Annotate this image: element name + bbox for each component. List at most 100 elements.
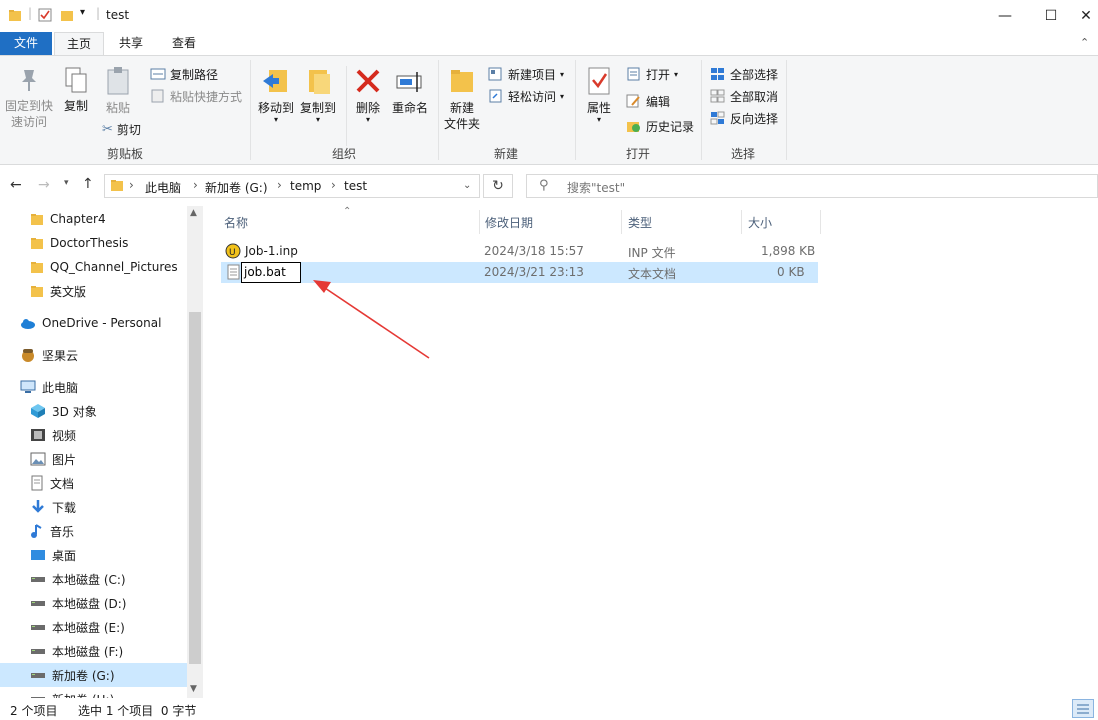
tab-file[interactable]: 文件 <box>0 32 52 55</box>
sidebar-item[interactable]: OneDrive - Personal <box>20 311 161 335</box>
scroll-up-chevron-icon[interactable]: ▲ <box>190 208 197 218</box>
column-header-modified[interactable]: 修改日期 <box>485 214 533 231</box>
sidebar-item[interactable]: 英文版 <box>30 279 86 303</box>
open-button[interactable]: 打开 ▾ <box>626 64 678 84</box>
breadcrumb-temp[interactable]: temp <box>290 179 321 193</box>
sidebar-item[interactable]: 坚果云 <box>20 343 78 367</box>
column-divider[interactable] <box>820 210 821 234</box>
cut-button[interactable]: ✂ 剪切 <box>102 119 141 139</box>
divider: | <box>28 6 33 20</box>
properties-quick-icon[interactable] <box>38 8 52 25</box>
breadcrumb-chevron-icon[interactable]: › <box>277 178 282 192</box>
tab-home[interactable]: 主页 <box>54 32 104 55</box>
sidebar-item[interactable]: DoctorThesis <box>30 231 128 255</box>
copy-path-button[interactable]: 复制路径 <box>150 64 218 84</box>
forward-arrow-icon[interactable]: → <box>38 177 50 193</box>
invert-selection-button[interactable]: 反向选择 <box>710 108 778 128</box>
move-to-button[interactable]: 移动到 ▾ <box>256 66 296 124</box>
sidebar-item[interactable]: 新加卷 (H:) <box>30 687 114 698</box>
column-divider[interactable] <box>621 210 622 234</box>
edit-button[interactable]: 编辑 <box>626 91 670 111</box>
rename-label: 重命名 <box>391 101 428 115</box>
maximize-button[interactable]: ☐ <box>1028 0 1074 32</box>
file-list: ⌃ 名称 修改日期 类型 大小 U Job-1.inp 2024/3/18 15… <box>203 206 1098 698</box>
invert-selection-icon <box>710 111 725 125</box>
sidebar-item[interactable]: 本地磁盘 (F:) <box>30 639 123 663</box>
delete-button[interactable]: 删除 ▾ <box>352 66 384 124</box>
chevron-down-icon: ▾ <box>560 69 565 79</box>
rename-button[interactable]: 重命名 <box>388 66 432 116</box>
sidebar-item[interactable]: 本地磁盘 (E:) <box>30 615 125 639</box>
history-button[interactable]: 历史记录 <box>626 116 694 136</box>
move-to-icon <box>263 70 287 92</box>
close-button[interactable]: ✕ <box>1074 0 1098 32</box>
sidebar-item[interactable]: 本地磁盘 (D:) <box>30 591 126 615</box>
sidebar-item[interactable]: QQ_Channel_Pictures <box>30 255 178 279</box>
computer-icon <box>20 380 36 394</box>
paste-button[interactable]: 粘贴 <box>100 66 136 116</box>
sidebar-item[interactable]: 音乐 <box>30 519 74 543</box>
up-arrow-icon[interactable]: ↑ <box>82 176 94 192</box>
search-box[interactable]: ⚲ 搜索"test" <box>526 174 1098 198</box>
breadcrumb-drive-g[interactable]: 新加卷 (G:) <box>205 179 268 196</box>
sidebar-item[interactable]: 桌面 <box>30 543 76 567</box>
pin-to-quick-access-button[interactable]: 固定到快 速访问 <box>4 66 54 130</box>
minimize-button[interactable]: — <box>982 0 1028 32</box>
copy-path-icon <box>150 68 166 80</box>
sidebar-item[interactable]: 图片 <box>30 447 76 471</box>
sidebar-scrollbar[interactable]: ▲ ▼ <box>187 206 203 698</box>
sort-ascending-chevron-icon: ⌃ <box>343 206 352 217</box>
svg-text:U: U <box>229 248 236 258</box>
new-item-button[interactable]: 新建项目 ▾ <box>488 64 564 84</box>
chevron-down-icon: ▾ <box>560 91 565 101</box>
breadcrumb-chevron-icon[interactable]: › <box>129 178 134 192</box>
breadcrumb-chevron-icon[interactable]: › <box>331 178 336 192</box>
customize-toolbar-chevron-icon[interactable]: ▾ <box>80 7 85 18</box>
tab-share[interactable]: 共享 <box>108 32 154 55</box>
sidebar-item[interactable]: 此电脑 <box>20 375 78 399</box>
edit-pencil-icon <box>626 94 640 108</box>
breadcrumb-chevron-icon[interactable]: › <box>193 178 198 192</box>
refresh-button[interactable]: ↻ <box>483 174 513 198</box>
sidebar-item[interactable]: 3D 对象 <box>30 399 97 423</box>
copy-to-button[interactable]: 复制到 ▾ <box>298 66 338 124</box>
column-divider[interactable] <box>741 210 742 234</box>
new-folder-quick-icon[interactable] <box>60 8 74 25</box>
properties-button[interactable]: 属性 ▾ <box>582 66 616 124</box>
sidebar-item[interactable]: 文档 <box>30 471 74 495</box>
column-header-type[interactable]: 类型 <box>628 214 652 231</box>
column-divider[interactable] <box>479 210 480 234</box>
select-none-button[interactable]: 全部取消 <box>710 86 778 106</box>
recent-locations-chevron-icon[interactable]: ▾ <box>64 178 69 188</box>
sidebar-item[interactable]: 新加卷 (G:) <box>0 663 187 687</box>
sidebar-item-label: 图片 <box>52 452 77 467</box>
drive-icon <box>30 670 46 680</box>
sidebar-item[interactable]: 视频 <box>30 423 76 447</box>
tab-view[interactable]: 查看 <box>160 32 208 55</box>
copy-button[interactable]: 复制 <box>60 66 92 114</box>
breadcrumb-test[interactable]: test <box>344 179 367 193</box>
details-view-button[interactable] <box>1072 699 1094 718</box>
breadcrumb-this-pc[interactable]: 此电脑 <box>145 179 181 196</box>
rename-input[interactable]: job.bat <box>241 262 301 283</box>
select-all-button[interactable]: 全部选择 <box>710 64 778 84</box>
easy-access-button[interactable]: 轻松访问 ▾ <box>488 86 564 106</box>
scrollbar-thumb[interactable] <box>189 312 201 664</box>
new-item-icon <box>488 67 502 81</box>
chevron-down-icon: ▾ <box>365 115 370 124</box>
collapse-ribbon-chevron-icon[interactable]: ⌃ <box>1080 36 1089 49</box>
new-folder-button[interactable]: 新建 文件夹 <box>442 66 482 132</box>
address-history-chevron-icon[interactable]: ⌄ <box>463 180 471 191</box>
drive-icon <box>30 574 46 584</box>
scroll-down-chevron-icon[interactable]: ▼ <box>190 684 197 694</box>
back-arrow-icon[interactable]: ← <box>10 177 22 193</box>
sidebar-item[interactable]: 本地磁盘 (C:) <box>30 567 126 591</box>
column-header-name[interactable]: 名称 <box>224 214 248 231</box>
sidebar-item[interactable]: 下载 <box>30 495 76 519</box>
sidebar-item-label: 下载 <box>52 500 77 515</box>
table-row[interactable]: U Job-1.inp 2024/3/18 15:57 INP 文件 1,898… <box>221 241 818 262</box>
column-header-size[interactable]: 大小 <box>748 214 772 231</box>
sidebar-item[interactable]: Chapter4 <box>30 207 106 231</box>
address-bar[interactable]: › 此电脑 › 新加卷 (G:) › temp › test ⌄ <box>104 174 480 198</box>
paste-shortcut-button[interactable]: 粘贴快捷方式 <box>150 86 242 106</box>
